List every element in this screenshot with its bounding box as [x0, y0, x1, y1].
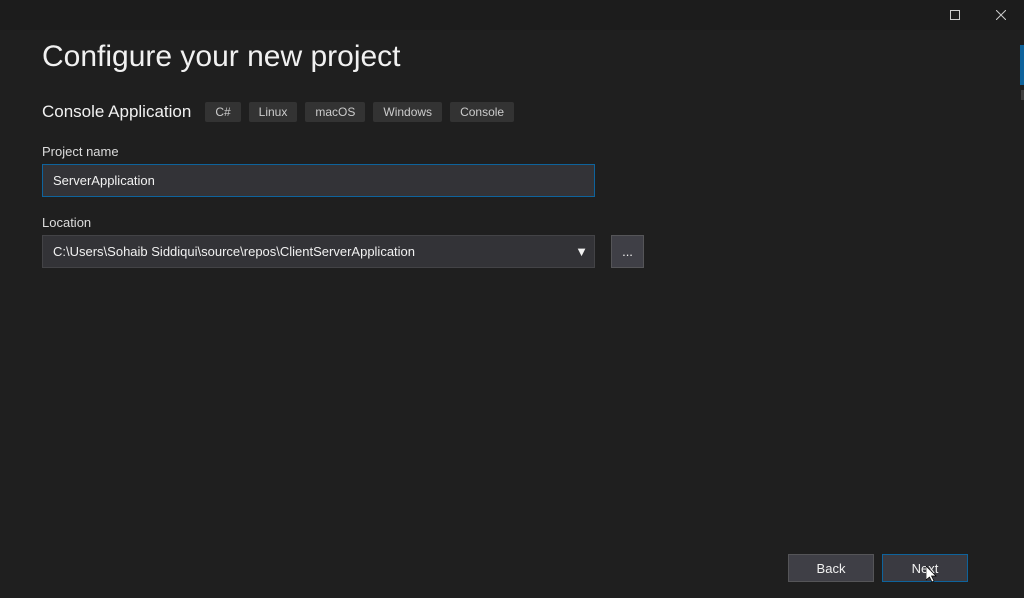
next-label: Next [912, 561, 939, 576]
location-select[interactable]: C:\Users\Sohaib Siddiqui\source\repos\Cl… [42, 235, 595, 268]
project-name-input[interactable] [42, 164, 595, 197]
location-label: Location [42, 215, 982, 230]
side-accent [1020, 45, 1024, 85]
next-button[interactable]: Next [882, 554, 968, 582]
location-row: C:\Users\Sohaib Siddiqui\source\repos\Cl… [42, 235, 982, 268]
chevron-down-icon: ▼ [575, 244, 588, 259]
close-button[interactable] [978, 0, 1024, 30]
tag-macos: macOS [305, 102, 365, 122]
content-area: Configure your new project Console Appli… [0, 30, 1024, 268]
tag-console: Console [450, 102, 514, 122]
template-name: Console Application [42, 102, 191, 122]
window-titlebar [0, 0, 1024, 30]
project-name-label: Project name [42, 144, 982, 159]
back-label: Back [817, 561, 846, 576]
maximize-icon [950, 10, 960, 20]
tag-csharp: C# [205, 102, 240, 122]
close-icon [996, 10, 1006, 20]
template-row: Console Application C# Linux macOS Windo… [42, 102, 982, 122]
tag-windows: Windows [373, 102, 442, 122]
location-value: C:\Users\Sohaib Siddiqui\source\repos\Cl… [53, 244, 415, 259]
browse-button[interactable]: ... [611, 235, 644, 268]
maximize-button[interactable] [932, 0, 978, 30]
footer-buttons: Back Next [788, 554, 968, 582]
template-tags: C# Linux macOS Windows Console [205, 102, 514, 122]
browse-label: ... [622, 244, 633, 259]
back-button[interactable]: Back [788, 554, 874, 582]
tag-linux: Linux [249, 102, 298, 122]
page-title: Configure your new project [42, 40, 982, 74]
